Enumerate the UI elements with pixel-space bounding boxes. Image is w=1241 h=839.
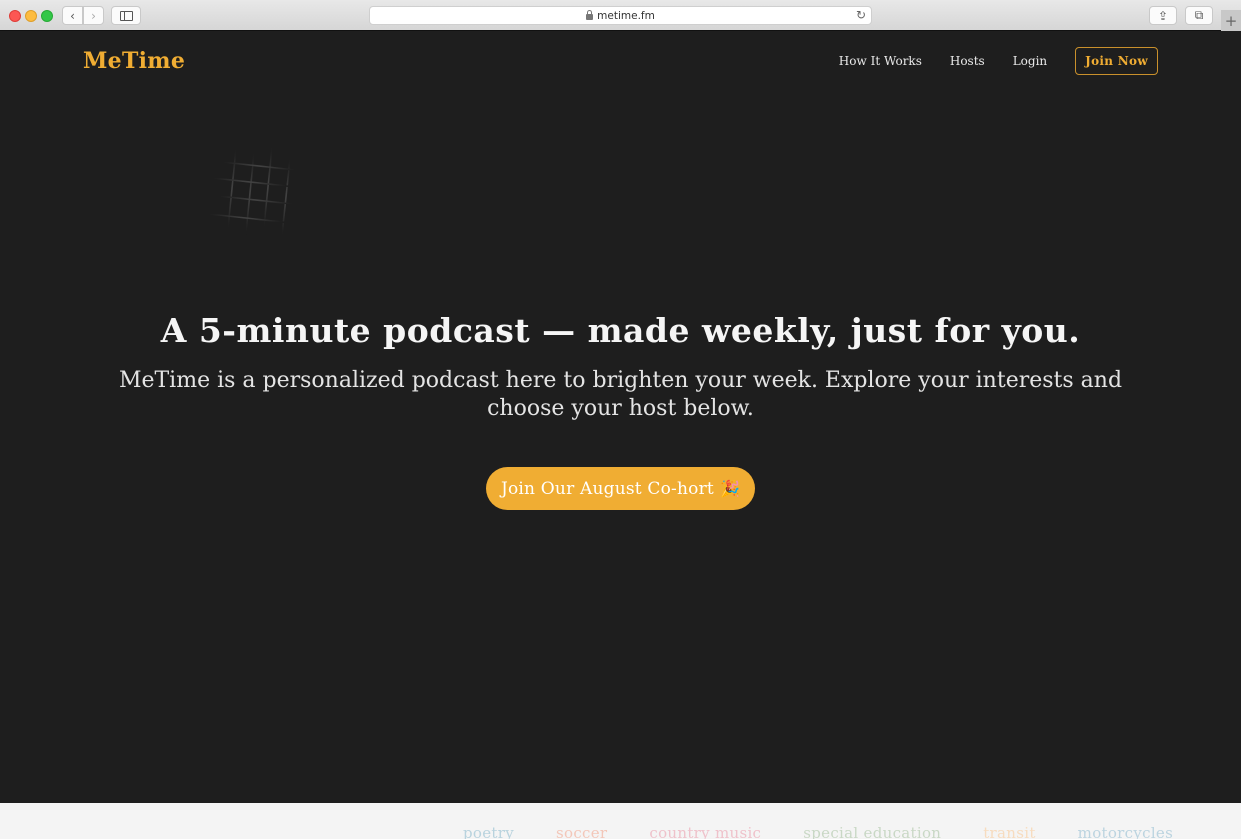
chevron-left-icon: ‹ (70, 8, 75, 23)
join-cohort-label: Join Our August Co-hort (500, 478, 714, 499)
party-popper-icon: 🎉 (719, 479, 741, 498)
sidebar-icon (119, 10, 133, 21)
tab-overview-button[interactable]: ⧉ (1185, 6, 1213, 25)
hero-subtitle: MeTime is a personalized podcast here to… (118, 368, 1123, 421)
address-bar[interactable]: metime.fm ↻ (369, 6, 872, 25)
logo[interactable]: MeTime (83, 48, 185, 74)
topic-poetry[interactable]: poetry (463, 824, 514, 839)
sidebar-toggle-button[interactable] (111, 6, 141, 25)
close-window-button[interactable] (9, 10, 21, 22)
topic-transit[interactable]: transit (983, 824, 1035, 839)
minimize-window-button[interactable] (25, 10, 37, 22)
share-button[interactable]: ⇪ (1149, 6, 1177, 25)
nav-login[interactable]: Login (1013, 54, 1047, 68)
nav-hosts[interactable]: Hosts (950, 54, 985, 68)
nav-how-it-works[interactable]: How It Works (839, 54, 922, 68)
topic-motorcycles[interactable]: motorcycles (1078, 824, 1173, 839)
hero-title: A 5-minute podcast — made weekly, just f… (160, 311, 1081, 350)
chevron-right-icon: › (91, 8, 96, 23)
zoom-window-button[interactable] (41, 10, 53, 22)
new-tab-button[interactable]: + (1221, 10, 1241, 31)
lock-icon (586, 9, 594, 20)
join-cohort-button[interactable]: Join Our August Co-hort 🎉 (486, 467, 755, 510)
page-content: MeTime How It Works Hosts Login Join Now… (0, 31, 1241, 803)
topic-soccer[interactable]: soccer (556, 824, 607, 839)
back-button[interactable]: ‹ (62, 6, 83, 25)
url-text: metime.fm (597, 9, 655, 22)
topic-special-education[interactable]: special education (803, 824, 941, 839)
grid-pattern-decoration (200, 138, 304, 244)
topic-country-music[interactable]: country music (649, 824, 761, 839)
forward-button[interactable]: › (83, 6, 104, 25)
main-nav: How It Works Hosts Login Join Now (839, 47, 1158, 75)
share-icon: ⇪ (1157, 8, 1169, 23)
topics-list: poetry soccer country music special educ… (463, 824, 1215, 839)
reload-icon[interactable]: ↻ (856, 8, 866, 22)
tabs-icon: ⧉ (1194, 8, 1204, 22)
plus-icon: + (1224, 11, 1238, 30)
join-now-button[interactable]: Join Now (1075, 47, 1158, 75)
topics-band: poetry soccer country music special educ… (0, 803, 1241, 839)
browser-toolbar: ‹ › metime.fm ↻ ⇪ ⧉ + (0, 0, 1241, 31)
